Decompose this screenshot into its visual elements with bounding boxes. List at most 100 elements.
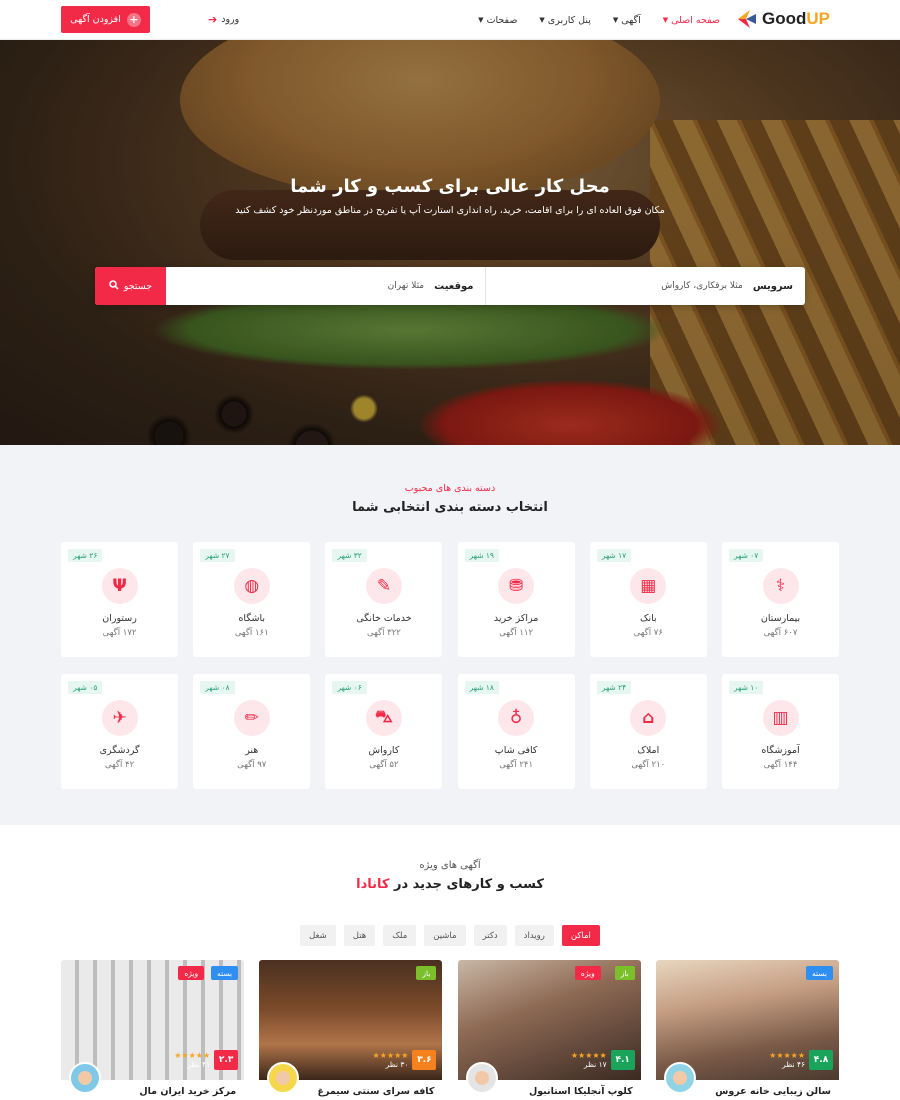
status-badge: ویژه [574,966,601,980]
avatar[interactable] [69,1062,102,1094]
category-listing-count: ۳۲۲ آگهی [367,628,401,638]
bank-building-icon: ▦ [630,568,667,604]
chevron-down-icon: ▼ [612,16,619,24]
categories-title: انتخاب دسته بندی انتخابی شما [352,500,548,515]
city-count-badge: ۳۲ شهر [332,549,367,562]
category-card[interactable]: ۰۷ شهر ⚕ بیمارستان ۶۰۷ آگهی [722,542,839,657]
location-field[interactable]: موقعیت [166,267,486,305]
site-header: GoodUP صفحه اصلی ▼ آگهی ▼ پنل کاربری ▼ ص… [0,0,900,40]
filter-tab[interactable]: شغل [300,925,336,946]
rating-box: ۳.۶ ★★★★★ ۳۰ نظر [373,1050,437,1070]
search-button[interactable]: جستجو [95,267,166,305]
filter-tab[interactable]: ملک [383,925,417,946]
filter-tab[interactable]: اماکن [561,925,600,946]
rating-score: ۴.۱ [610,1050,635,1070]
house-icon: ⌂ [630,700,667,736]
avatar[interactable] [664,1062,696,1094]
city-count-badge: ۱۸ شهر [464,681,499,694]
city-count-badge: ۰۶ شهر [332,681,367,694]
category-card[interactable]: ۰۸ شهر ✏ هنر ۹۷ آگهی [193,674,311,789]
login-link[interactable]: ورود ➔ [208,13,239,26]
city-count-badge: ۰۵ شهر [68,681,103,694]
categories-pretitle: دسته بندی های محبوب [404,483,496,494]
category-listing-count: ۹۷ آگهی [237,760,267,770]
category-name: مراکز خرید [493,613,539,624]
main-nav: صفحه اصلی ▼ آگهی ▼ پنل کاربری ▼ صفحات ▼ [478,0,720,40]
filter-tab[interactable]: هتل [343,925,376,946]
stethoscope-icon: ⚕ [762,568,799,604]
listing-card[interactable]: بسته ۴.۸ ★★★★★ ۴۶ نظر سالن زیبایی خانه عروس [656,960,839,1100]
category-card[interactable]: ۱۸ شهر ♁ کافی شاپ ۲۴۱ آگهی [457,674,575,789]
category-name: رستوران [102,613,137,624]
filter-tabs: اماکن رویداد دکتر ماشین ملک هتل شغل [0,925,900,946]
listing-card[interactable]: بسته ویژه ۲.۳ ★★★★★ ۴۱ نظر مرکز خرید ایران ما… [61,960,245,1100]
category-card[interactable]: ۲۴ شهر ⌂ املاک ۲۱۰ آگهی [589,674,707,789]
filter-tab[interactable]: ماشین [424,925,466,946]
service-label: سرویس [752,280,793,292]
car-icon: ⛍ [365,700,402,736]
nav-user-panel[interactable]: پنل کاربری ▼ [539,15,590,26]
category-listing-count: ۴۲ آگهی [104,760,135,770]
status-badge: ویژه [178,966,205,980]
status-badge: بسته [805,966,833,980]
location-input[interactable] [224,281,425,291]
review-count: ۴۶ نظر [782,1060,805,1069]
filter-tab[interactable]: دکتر [473,925,507,946]
logo[interactable]: GoodUP [736,8,830,30]
city-count-badge: ۲۴ شهر [596,681,632,694]
category-card[interactable]: ۳۲ شهر ✎ خدمات خانگی ۳۲۲ آگهی [325,542,443,657]
category-name: کارواش [368,745,400,756]
city-count-badge: ۱۹ شهر [464,549,499,562]
nav-home[interactable]: صفحه اصلی ▼ [663,15,720,26]
hero-title: محل کار عالی برای کسب و کار شما [290,176,610,197]
category-listing-count: ۱۴۴ آگهی [763,760,798,770]
rating-box: ۴.۸ ★★★★★ ۴۶ نظر [769,1050,833,1070]
nav-pages[interactable]: صفحات ▼ [478,15,517,26]
listing-card[interactable]: باز ویژه ۴.۱ ★★★★★ ۱۷ نظر کلوپ آنجلیکا استانب… [457,960,641,1100]
rating-score: ۴.۸ [809,1050,833,1070]
category-card[interactable]: ۱۹ شهر ⛃ مراکز خرید ۱۱۲ آگهی [457,542,575,657]
city-count-badge: ۰۷ شهر [729,549,764,562]
review-count: ۴۱ نظر [187,1060,211,1069]
location-label: موقعیت [434,280,474,292]
avatar[interactable] [465,1062,498,1094]
pencil-ruler-icon: ✏ [233,700,270,736]
city-count-badge: ۱۷ شهر [596,549,632,562]
rating-score: ۳.۶ [412,1050,437,1070]
categories-grid: ۰۷ شهر ⚕ بیمارستان ۶۰۷ آگهی ۱۷ شهر ▦ بانک ۷۶ آگ… [61,542,839,789]
category-listing-count: ۲۴۱ آگهی [499,760,534,770]
featured-pretitle: آگهی های ویژه [419,860,481,871]
chevron-down-icon: ▼ [478,16,484,24]
category-name: خدمات خانگی [356,613,412,624]
city-count-badge: ۰۸ شهر [200,681,235,694]
rating-box: ۴.۱ ★★★★★ ۱۷ نظر [571,1050,635,1070]
basketball-icon: ◍ [233,568,270,604]
category-listing-count: ۱۶۱ آگهی [234,628,269,638]
logo-icon [737,10,756,28]
city-count-badge: ۲۷ شهر [200,549,235,562]
category-card[interactable]: ۰۶ شهر ⛍ کارواش ۵۲ آگهی [325,674,443,789]
city-count-badge: ۱۰ شهر [729,681,764,694]
sign-in-icon: ➔ [208,13,218,26]
nav-listings[interactable]: آگهی ▼ [613,15,641,26]
service-field[interactable]: سرویس [485,267,805,305]
category-listing-count: ۱۱۲ آگهی [499,628,534,638]
category-card[interactable]: ۲۷ شهر ◍ باشگاه ۱۶۱ آگهی [193,542,311,657]
category-name: بانک [639,613,657,624]
category-name: گردشگری [99,745,140,756]
star-rating-icon: ★★★★★ [174,1051,211,1060]
chevron-down-icon: ▼ [539,16,545,24]
category-card[interactable]: ۱۰ شهر ▥ آموزشگاه ۱۴۴ آگهی [722,674,839,789]
category-card[interactable]: ۰۵ شهر ✈ گردشگری ۴۲ آگهی [61,674,179,789]
category-card[interactable]: ۲۶ شهر Ψ رستوران ۱۷۲ آگهی [61,542,179,657]
service-input[interactable] [542,281,743,291]
categories-section: دسته بندی های محبوب انتخاب دسته بندی انت… [0,445,900,825]
search-icon [109,279,119,293]
category-name: بیمارستان [760,613,801,624]
listing-card[interactable]: باز ۳.۶ ★★★★★ ۳۰ نظر کافه سرای سنتی سیمرغ [259,960,443,1100]
filter-tab[interactable]: رویداد [514,925,554,946]
add-listing-button[interactable]: + افزودن آگهی [61,6,150,33]
category-listing-count: ۷۶ آگهی [633,628,663,638]
category-card[interactable]: ۱۷ شهر ▦ بانک ۷۶ آگهی [589,542,707,657]
airplane-icon: ✈ [101,700,138,736]
